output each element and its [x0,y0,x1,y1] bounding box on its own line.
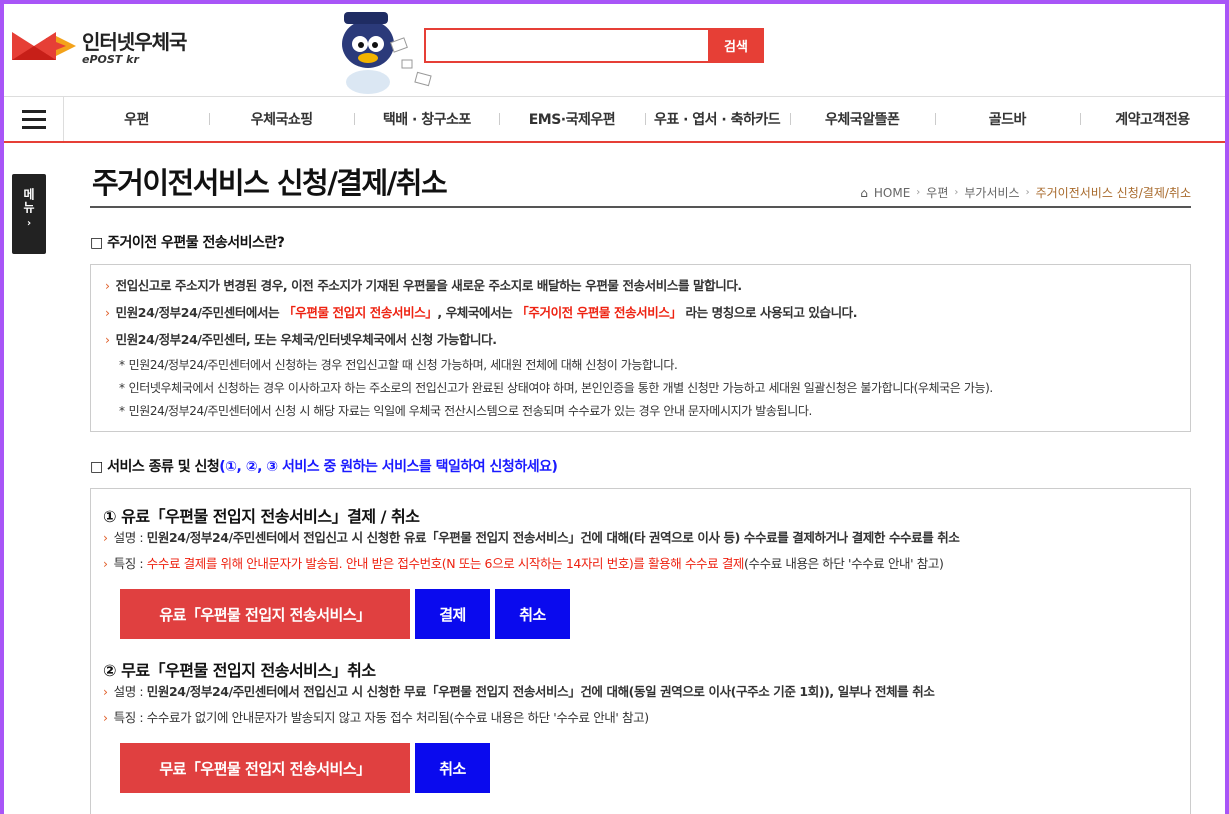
breadcrumb-addon[interactable]: 부가서비스 [964,184,1019,201]
search-bar: 검색 [424,28,764,63]
epost-logo[interactable]: 인터넷우체국 ePOST kr [12,26,187,66]
breadcrumb-home[interactable]: HOME [874,186,910,200]
paid-service-button[interactable]: 유료「우편물 전입지 전송서비스」 [120,589,410,639]
svc2-title: ② 무료「우편물 전입지 전송서비스」취소 [103,661,376,680]
svc2-desc: › 설명 : 민원24/정부24/주민센터에서 전입신고 시 신청한 무료「우편물… [103,684,935,699]
browser-frame: 인터넷우체국 ePOST kr 검색 우편 우체국쇼핑 택배 · 창구소포 EM… [4,4,1225,814]
search-input[interactable] [424,28,708,63]
chevron-right-icon: › [26,218,32,229]
nav-item-contract[interactable]: 계약고객전용 [1079,109,1225,129]
nav-item-ems[interactable]: EMS·국제우편 [499,109,644,129]
section1-sub3: * 민원24/정부24/주민센터에서 신청 시 해당 자료는 익일에 우체국 전산… [119,404,812,418]
chevron-right-icon: › [1025,187,1030,198]
side-menu-tab[interactable]: 메뉴 › [12,174,46,254]
search-button[interactable]: 검색 [708,28,764,63]
section1-sub1: * 민원24/정부24/주민센터에서 신청하는 경우 전입신고할 때 신청 가능하… [119,358,678,372]
nav-item-mobile[interactable]: 우체국알뜰폰 [789,109,935,129]
breadcrumb: ⌂ HOME › 우편 › 부가서비스 › 주거이전서비스 신청/결제/취소 [860,184,1191,201]
chevron-right-icon: › [916,187,921,198]
section1-sub2: * 인터넷우체국에서 신청하는 경우 이사하고자 하는 주소로의 전입신고가 완료… [119,381,993,395]
nav-item-post[interactable]: 우편 [64,109,209,129]
nav-item-stamps[interactable]: 우표 · 엽서 · 축하카드 [644,109,790,129]
page-title: 주거이전서비스 신청/결제/취소 [92,166,448,200]
section1-title: □ 주거이전 우편물 전송서비스란? [90,235,285,251]
svc1-desc: › 설명 : 민원24/정부24/주민센터에서 전입신고 시 신청한 유료「우편물… [103,530,960,545]
section1-line1: › 전입신고로 주소지가 변경된 경우, 이전 주소지가 기재된 우편물을 새로운… [105,278,742,293]
side-menu-label: 메뉴 [21,188,36,214]
nav-item-goldbar[interactable]: 골드바 [934,109,1080,129]
epost-logo-icon [12,28,76,64]
section1-line3: › 민원24/정부24/주민센터, 또는 우체국/인터넷우체국에서 신청 가능합니… [105,332,497,347]
section1-box: › 전입신고로 주소지가 변경된 경우, 이전 주소지가 기재된 우편물을 새로운… [90,264,1191,432]
section2-box: ① 유료「우편물 전입지 전송서비스」결제 / 취소 › 설명 : 민원24/정부… [90,488,1191,814]
paid-cancel-button[interactable]: 취소 [495,589,570,639]
breadcrumb-post[interactable]: 우편 [926,184,948,201]
svc1-title: ① 유료「우편물 전입지 전송서비스」결제 / 취소 [103,507,420,526]
chevron-right-icon: › [954,187,959,198]
nav-item-parcel[interactable]: 택배 · 창구소포 [354,109,499,129]
paid-pay-button[interactable]: 결제 [415,589,490,639]
section1-line2: › 민원24/정부24/주민센터에서는 「우편물 전입지 전송서비스」, 우체국에… [105,305,858,320]
free-service-button[interactable]: 무료「우편물 전입지 전송서비스」 [120,743,410,793]
logo-name: 인터넷우체국 [82,30,187,54]
nav-item-shopping[interactable]: 우체국쇼핑 [209,109,354,129]
free-cancel-button[interactable]: 취소 [415,743,490,793]
svc1-feature: › 특징 : 수수료 결제를 위해 안내문자가 발송됨. 안내 받은 접수번호(N… [103,556,944,571]
section2-title: □ 서비스 종류 및 신청(①, ②, ③ 서비스 중 원하는 서비스를 택일하… [90,459,558,475]
site-header: 인터넷우체국 ePOST kr 검색 [4,4,1225,96]
svc2-feature: › 특징 : 수수료가 없기에 안내문자가 발송되지 않고 자동 접수 처리됨(수… [103,710,649,725]
main-nav: 우편 우체국쇼핑 택배 · 창구소포 EMS·국제우편 우표 · 엽서 · 축하… [4,96,1225,143]
breadcrumb-current: 주거이전서비스 신청/결제/취소 [1035,186,1191,200]
main-content: 주거이전서비스 신청/결제/취소 ⌂ HOME › 우편 › 부가서비스 › 주… [90,156,1191,814]
home-icon: ⌂ [860,185,868,200]
hamburger-menu-icon[interactable] [4,97,64,141]
